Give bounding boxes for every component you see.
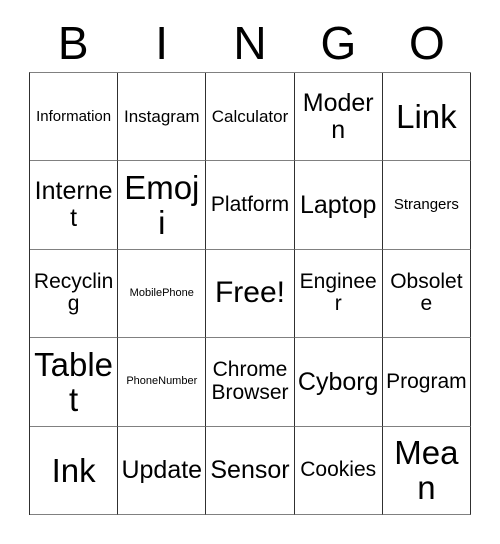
bingo-header-letter-i: I [155, 17, 168, 69]
bingo-cell-label: Tablet [34, 345, 114, 418]
bingo-cell-label: Emoji [124, 168, 200, 242]
bingo-cell-g2[interactable]: Laptop [294, 161, 383, 250]
bingo-cell-g3[interactable]: Engineer [294, 249, 383, 339]
bingo-cell-g5[interactable]: Cookies [294, 426, 383, 515]
bingo-cell-label: Engineer [299, 270, 377, 316]
bingo-header-row: B I N G O [29, 14, 471, 72]
bingo-cell-o5[interactable]: Mean [382, 426, 471, 515]
bingo-cell-label: Laptop [299, 190, 377, 219]
bingo-cell-label: Mean [394, 434, 459, 507]
bingo-cell-label: Obsolete [390, 270, 463, 316]
bingo-cell-label: Modern [302, 88, 374, 144]
bingo-cell-g1[interactable]: Modern [294, 73, 383, 162]
bingo-cell-i5[interactable]: Update [118, 426, 207, 515]
bingo-cell-label: Sensor [210, 455, 290, 484]
bingo-cell-label: Update [121, 455, 203, 484]
bingo-header-letter-n: N [233, 17, 267, 69]
bingo-cell-g4[interactable]: Cyborg [294, 338, 383, 427]
bingo-cell-i3[interactable]: MobilePhone [118, 249, 207, 339]
bingo-cell-o4[interactable]: Program [382, 338, 471, 427]
bingo-cell-n5[interactable]: Sensor [206, 426, 295, 515]
bingo-cell-label: Platform [210, 192, 290, 216]
bingo-cell-b2[interactable]: Internet [30, 161, 119, 250]
bingo-cell-label: Recycling [33, 270, 114, 316]
bingo-header-letter-g: G [320, 17, 357, 69]
bingo-cell-label: Link [396, 98, 457, 136]
bingo-card: B I N G O Information Instagram Calculat… [0, 0, 500, 544]
bingo-cell-label: Program [386, 369, 467, 393]
bingo-cell-label: Strangers [393, 196, 459, 214]
bingo-cell-i2[interactable]: Emoji [118, 161, 207, 250]
bingo-cell-label: Ink [51, 451, 96, 489]
bingo-cell-label: MobilePhone [129, 286, 194, 299]
bingo-cell-o3[interactable]: Obsolete [382, 249, 471, 339]
bingo-free-space-label: Free! [214, 276, 285, 310]
bingo-cell-label: PhoneNumber [126, 375, 198, 387]
bingo-cell-label: Cookies [300, 458, 377, 482]
bingo-cell-b5[interactable]: Ink [30, 426, 119, 515]
bingo-cell-n1[interactable]: Calculator [206, 73, 295, 162]
bingo-cell-i4[interactable]: PhoneNumber [118, 338, 207, 427]
bingo-header-letter-o: O [408, 17, 445, 69]
bingo-cell-label: Instagram [123, 106, 200, 126]
bingo-grid: Information Instagram Calculator Modern … [29, 72, 471, 515]
bingo-cell-label: Calculator [211, 106, 289, 126]
bingo-cell-o2[interactable]: Strangers [382, 161, 471, 250]
bingo-cell-n2[interactable]: Platform [206, 161, 295, 250]
bingo-cell-b4[interactable]: Tablet [30, 338, 119, 427]
bingo-cell-label: Internet [34, 177, 113, 233]
bingo-cell-n4[interactable]: Chrome Browser [206, 338, 295, 427]
bingo-cell-label: Chrome Browser [211, 358, 289, 404]
bingo-cell-free-space[interactable]: Free! [206, 249, 295, 339]
bingo-cell-b1[interactable]: Information [30, 73, 119, 162]
bingo-cell-label: Information [36, 107, 112, 125]
bingo-cell-o1[interactable]: Link [382, 73, 471, 162]
bingo-cell-label: Cyborg [297, 367, 379, 396]
bingo-cell-i1[interactable]: Instagram [118, 73, 207, 162]
bingo-header-letter-b: B [57, 17, 89, 69]
bingo-cell-b3[interactable]: Recycling [30, 249, 119, 339]
